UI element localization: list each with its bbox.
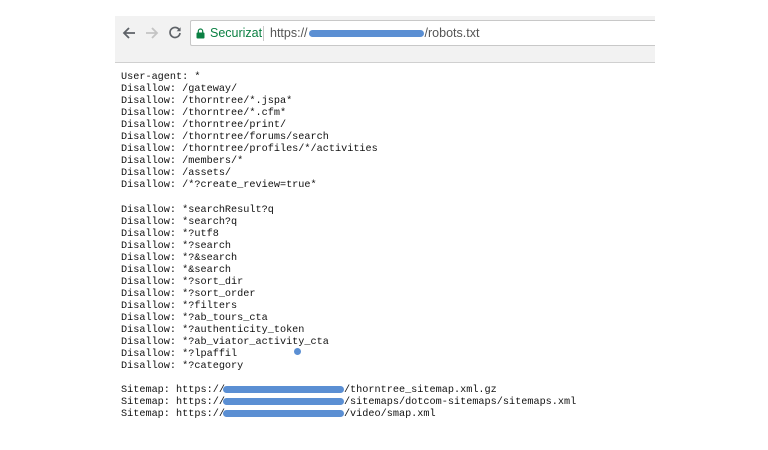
reload-icon <box>169 26 181 39</box>
rule-line: User-agent: * <box>121 72 201 83</box>
secure-label: Securizat <box>210 26 263 40</box>
robots-txt-content: User-agent: * Disallow: /gateway/ Disall… <box>121 72 576 421</box>
url-text[interactable]: https:// /robots.txt <box>270 26 479 41</box>
sitemap-path: /thorntree_sitemap.xml.gz <box>343 385 497 397</box>
rule-line: Disallow: *?&search <box>121 252 238 264</box>
rule-line: Disallow: *?search <box>121 240 232 252</box>
url-redaction <box>308 30 424 38</box>
domain-redaction <box>222 386 344 394</box>
address-bar[interactable]: Securizat https:// /robots.txt <box>190 20 655 46</box>
sitemap-line: Sitemap: https:// /video/smap.xml <box>121 409 576 421</box>
rule-line: Disallow: /assets/ <box>121 168 232 180</box>
rule-line: Disallow: *?ab_viator_activity_cta <box>121 337 329 349</box>
rules-group-2: Disallow: *searchResult?q Disallow: *sea… <box>121 205 576 374</box>
browser-toolbar: Securizat https:// /robots.txt <box>115 16 655 63</box>
arrow-left-icon <box>122 27 135 39</box>
rule-line: Disallow: *?ab_tours_cta <box>121 312 268 324</box>
rule-line: Disallow: *?category <box>121 361 244 373</box>
rule-line: Disallow: *searchResult?q <box>121 204 274 216</box>
lock-icon <box>196 28 205 39</box>
rule-line: Disallow: *?sort_dir <box>121 276 244 288</box>
rule-line: Disallow: /thorntree/print/ <box>121 120 287 132</box>
rule-line: Disallow: *?sort_order <box>121 288 256 300</box>
back-button[interactable] <box>118 22 140 44</box>
address-divider <box>263 26 264 41</box>
sitemap-line: Sitemap: https:// /sitemaps/dotcom-sitema… <box>121 397 576 409</box>
arrow-right-icon <box>146 27 159 39</box>
rule-line: Disallow: /members/* <box>121 156 244 168</box>
rule-line: Disallow: *?filters <box>121 300 238 312</box>
sitemap-path: /sitemaps/dotcom-sitemaps/sitemaps.xml <box>343 397 577 409</box>
url-path: /robots.txt <box>424 26 480 40</box>
url-scheme: https:// <box>270 26 308 40</box>
rule-line: Disallow: *search?q <box>121 216 238 228</box>
rule-line: Disallow: *?lpaffil <box>121 349 238 361</box>
rule-line: Disallow: /thorntree/*.cfm* <box>121 108 287 120</box>
sitemap-prefix: Sitemap: https:// <box>121 385 225 397</box>
rule-line: Disallow: /*?create_review=true* <box>121 180 317 192</box>
rule-line: Disallow: /thorntree/*.jspa* <box>121 96 293 108</box>
rule-line: Disallow: *&search <box>121 264 232 276</box>
rule-line: Disallow: /thorntree/profiles/*/activiti… <box>121 144 378 156</box>
rules-group-1: User-agent: * Disallow: /gateway/ Disall… <box>121 72 576 192</box>
sitemap-prefix: Sitemap: https:// <box>121 409 225 421</box>
sitemaps-group: Sitemap: https:// /thorntree_sitemap.xml.… <box>121 385 576 421</box>
domain-redaction <box>222 398 344 406</box>
sitemap-path: /video/smap.xml <box>343 409 436 421</box>
rule-line: Disallow: /thorntree/forums/search <box>121 132 329 144</box>
redaction-dot <box>294 348 301 355</box>
forward-button[interactable] <box>141 22 163 44</box>
rule-line: Disallow: /gateway/ <box>121 84 238 96</box>
rule-line: Disallow: *?utf8 <box>121 228 219 240</box>
sitemap-line: Sitemap: https:// /thorntree_sitemap.xml.… <box>121 385 576 397</box>
reload-button[interactable] <box>164 22 186 44</box>
sitemap-prefix: Sitemap: https:// <box>121 397 225 409</box>
domain-redaction <box>222 410 344 418</box>
rule-line: Disallow: *?authenticity_token <box>121 324 305 336</box>
